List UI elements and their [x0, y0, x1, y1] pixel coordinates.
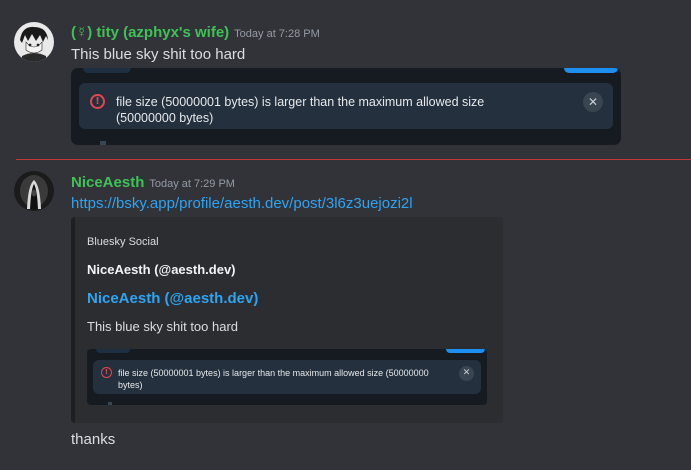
username[interactable]: NiceAesth: [71, 174, 144, 191]
screenshot-footer-fragment: [108, 402, 112, 405]
message-header: NiceAesth Today at 7:29 PM: [71, 174, 235, 192]
error-message: file size (50000001 bytes) is larger tha…: [118, 368, 429, 390]
embed-description: This blue sky shit too hard: [87, 319, 239, 334]
message-2: NiceAesth Today at 7:29 PM https://bsky.a…: [0, 0, 691, 470]
embed-title[interactable]: NiceAesth (@aesth.dev): [87, 290, 258, 307]
post-link[interactable]: https://bsky.app/profile/aesth.dev/post/…: [71, 195, 413, 212]
avatar-hooded-figure-icon: [14, 171, 54, 211]
screenshot-button-fragment: [446, 349, 485, 353]
avatar[interactable]: [14, 171, 54, 211]
close-icon: ✕: [459, 366, 474, 381]
screenshot-header-fragment: [96, 349, 130, 353]
embed-author[interactable]: NiceAesth (@aesth.dev): [87, 262, 236, 277]
error-circle-icon: !: [101, 367, 112, 378]
error-toast: ! file size (50000001 bytes) is larger t…: [93, 360, 481, 394]
link-embed: Bluesky Social NiceAesth (@aesth.dev) Ni…: [71, 217, 503, 423]
embed-image[interactable]: ! file size (50000001 bytes) is larger t…: [87, 349, 487, 405]
embed-provider: Bluesky Social: [87, 236, 159, 248]
timestamp[interactable]: Today at 7:29 PM: [149, 178, 235, 190]
message-text: thanks: [71, 431, 116, 448]
